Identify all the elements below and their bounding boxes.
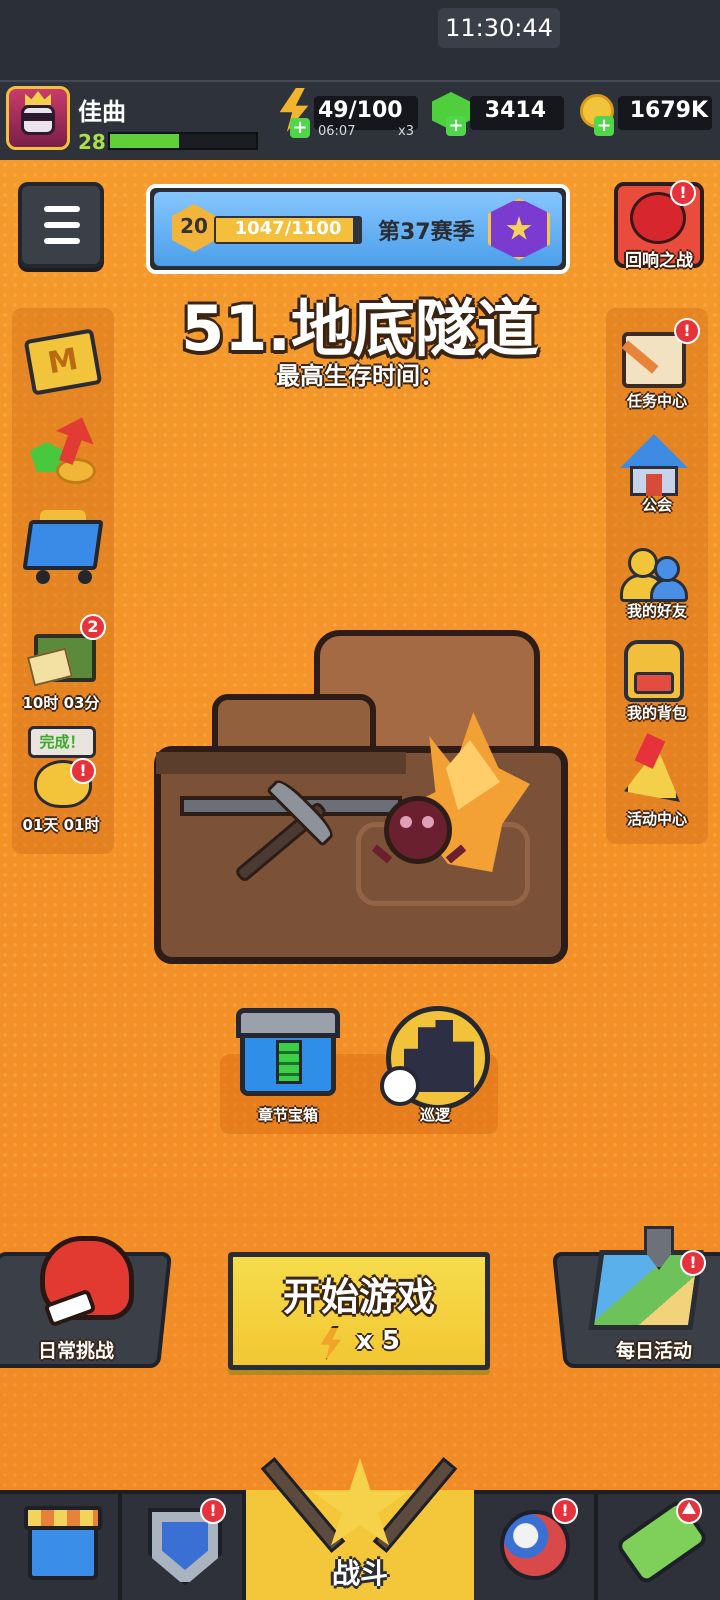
coin-plus-button[interactable]: + [594, 116, 614, 136]
cart-wheel-icon [36, 570, 50, 584]
chapter-chest-lid[interactable] [236, 1008, 340, 1038]
sidebar-item-backpack[interactable]: 我的背包 [602, 702, 712, 723]
crate-timer: 10时 03分 [22, 694, 100, 712]
battle-tab-label[interactable]: 战斗 [246, 1552, 474, 1592]
chapter-chest-progress-icon [276, 1040, 302, 1084]
daily-event-label[interactable]: 每日活动 [592, 1336, 716, 1363]
clock-icon [380, 1066, 420, 1106]
piggy-bank-complete-bubble: 完成！ [28, 726, 96, 758]
gem-plus-button[interactable]: + [446, 116, 466, 136]
sidebar-item-friends[interactable]: 我的好友 [602, 600, 712, 621]
energy-plus-button[interactable]: + [290, 118, 310, 138]
level-art-ledge [156, 752, 406, 774]
season-level: 20 [180, 214, 208, 238]
quest-scroll-icon[interactable] [622, 332, 686, 388]
player-avatar[interactable] [6, 86, 70, 150]
talents-alert-badge: ! [552, 1498, 578, 1524]
friend-head-icon [628, 548, 658, 578]
echo-battle-alert-badge: ! [670, 180, 696, 206]
backpack-pocket [634, 672, 674, 694]
daily-challenge-label[interactable]: 日常挑战 [14, 1336, 138, 1363]
spider-eye [400, 816, 412, 828]
menu-line-icon [44, 206, 80, 212]
player-xp-fill [110, 134, 179, 148]
energy-timer: 06:07 [318, 124, 356, 139]
crown-icon [25, 91, 51, 105]
spider-monster-icon [384, 796, 452, 864]
guild-door [646, 474, 662, 496]
coin-value: 1679K [629, 98, 708, 123]
crate-count-badge: 2 [80, 614, 106, 640]
energy-multiplier: x3 [398, 124, 414, 139]
season-xp-text: 1047/1100 [234, 218, 342, 239]
quest-alert-badge: ! [674, 318, 700, 344]
shop-awning-icon [24, 1506, 102, 1530]
menu-line-icon [44, 222, 80, 228]
echo-battle-label: 回响之战 [625, 251, 693, 271]
friend-head-icon [654, 556, 680, 582]
menu-line-icon [44, 238, 80, 244]
status-clock: 11:30:44 [438, 8, 560, 48]
shopping-cart-button[interactable] [22, 520, 104, 570]
growth-coins-icon[interactable] [56, 458, 96, 484]
chapter-chest-label[interactable]: 章节宝箱 [228, 1104, 348, 1125]
piggy-bank-timer: 01天 01时 [22, 816, 100, 834]
energy-value: 49/100 [318, 98, 403, 123]
monthly-card-letter: M [45, 341, 81, 382]
cart-wheel-icon [78, 570, 92, 584]
sidebar-item-events[interactable]: 活动中心 [602, 808, 712, 829]
sidebar-item-quests[interactable]: 任务中心 [602, 390, 712, 411]
daily-event-alert-badge: ! [680, 1250, 706, 1276]
season-name: 第37赛季 [378, 220, 475, 245]
spider-eye [422, 816, 434, 828]
start-energy-cost: x 5 [356, 1326, 400, 1356]
menu-button[interactable] [18, 182, 104, 268]
start-game-label[interactable]: 开始游戏 [228, 1266, 490, 1321]
piggy-bank-alert-badge: ! [70, 758, 96, 784]
sidebar-item-guild[interactable]: 公会 [602, 494, 712, 515]
avatar-headband [21, 113, 55, 121]
equipment-alert-badge: ! [200, 1498, 226, 1524]
gem-value: 3414 [484, 98, 546, 123]
player-name: 佳曲 [78, 98, 126, 126]
status-bar [0, 0, 720, 80]
patrol-label[interactable]: 巡逻 [380, 1104, 490, 1125]
player-level: 28 [78, 130, 106, 154]
monthly-card-button[interactable]: M [23, 328, 103, 396]
